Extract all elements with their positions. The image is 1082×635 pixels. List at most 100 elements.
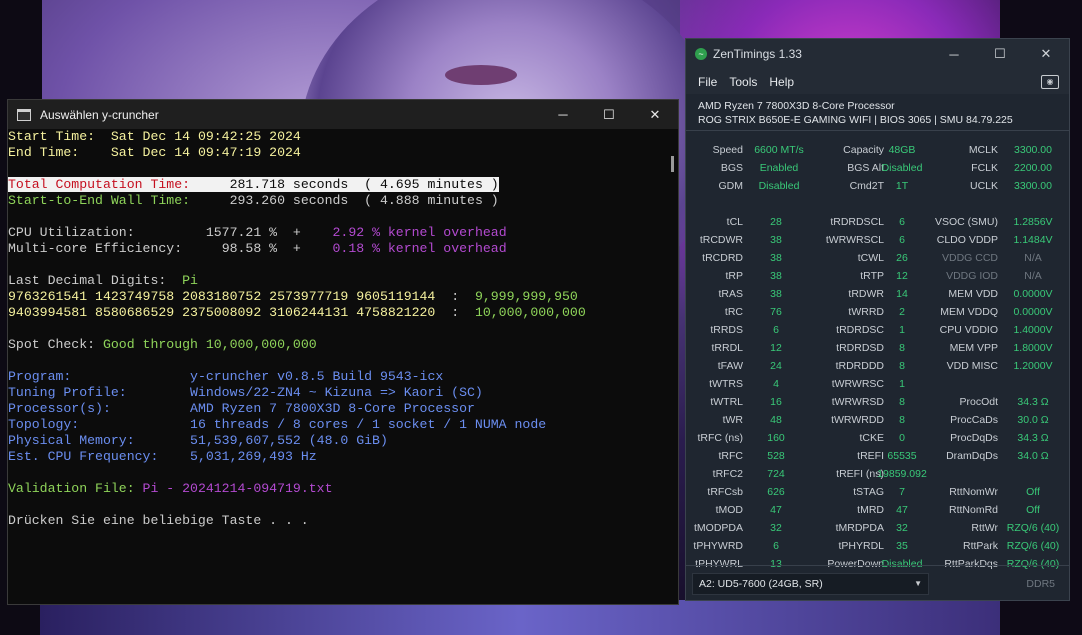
timing-label: tRFCsb [707, 486, 743, 498]
menu-tools[interactable]: Tools [729, 75, 757, 89]
timing-row: BGS Enabled BGS Alt Disabled FCLK 2200.00 [686, 160, 1069, 178]
timing-value: 24 [770, 360, 782, 372]
timing-label: ProcOdt [959, 396, 998, 408]
minimize-button[interactable]: ─ [540, 100, 586, 129]
wallpaper-bottom [40, 600, 1000, 635]
dimm-select[interactable]: A2: UD5-7600 (24GB, SR) ▼ [692, 573, 929, 595]
maximize-button[interactable]: ☐ [586, 100, 632, 129]
timing-row: tRC 76 tWRRD 2 MEM VDDQ 0.0000V [686, 304, 1069, 322]
timing-value: 38 [770, 234, 782, 246]
timing-label: ProcDqDs [950, 432, 998, 444]
timing-row: tMODPDA 32 tMRDPDA 32 RttWr RZQ/6 (40) [686, 520, 1069, 538]
timing-value: 38 [770, 288, 782, 300]
timing-value: 1 [899, 378, 905, 390]
press-key-line: Drücken Sie eine beliebige Taste . . . [8, 513, 309, 528]
timing-value: 32 [896, 522, 908, 534]
zentimings-logo-icon: ~ [695, 48, 707, 60]
timing-value: RZQ/6 (40) [1006, 522, 1060, 534]
timing-label: tRCDWR [699, 234, 743, 246]
last-digits-label: Last Decimal Digits: Pi [8, 273, 198, 288]
console-output[interactable]: Start Time: Sat Dec 14 09:42:25 2024 End… [8, 129, 670, 604]
timing-value: 8 [899, 414, 905, 426]
timing-row: tWTRS 4 tWRWRSC 1 [686, 376, 1069, 394]
timing-value: 1.2000V [1013, 360, 1053, 372]
start-time-line: Start Time: Sat Dec 14 09:42:25 2024 [8, 129, 301, 144]
timing-row: tCL 28 tRDRDSCL 6 VSOC (SMU) 1.2856V [686, 214, 1069, 232]
timing-label: tRAS [718, 288, 743, 300]
timing-label: tPHYWRD [693, 540, 743, 552]
timing-label: CLDO VDDP [936, 234, 998, 246]
timing-value: 34.0 Ω [1017, 450, 1049, 462]
timing-label: RttNomWr [949, 486, 998, 498]
timing-value: 16 [770, 396, 782, 408]
timing-label: BGS [720, 162, 743, 174]
console-title: Auswählen y-cruncher [40, 107, 159, 122]
timing-value: 12 [896, 270, 908, 282]
multicore-efficiency-line: Multi-core Efficiency: 98.58 % + 0.18 % … [8, 241, 507, 256]
timing-row: tMOD 47 tMRD 47 RttNomRd Off [686, 502, 1069, 520]
timing-value: 47 [896, 504, 908, 516]
console-title-bar[interactable]: Auswählen y-cruncher ─ ☐ ✕ [8, 100, 678, 129]
timing-label: tMOD [715, 504, 743, 516]
timing-value: 34.3 Ω [1017, 396, 1049, 408]
total-time-line: Total Computation Time: 281.718 seconds … [8, 177, 499, 192]
timing-value: 1.2856V [1013, 216, 1053, 228]
cpu-name: AMD Ryzen 7 7800X3D 8-Core Processor [698, 100, 895, 112]
timing-label: CPU VDDIO [939, 324, 998, 336]
timing-value: 6 [773, 540, 779, 552]
timing-value: 6 [899, 234, 905, 246]
timing-value: N/A [1024, 252, 1042, 264]
console-scrollbar[interactable] [671, 156, 674, 172]
timing-value: 1T [895, 180, 909, 192]
timing-label: VDD MISC [946, 360, 998, 372]
timing-label: GDM [718, 180, 744, 192]
minimize-button[interactable]: ─ [931, 39, 977, 69]
timing-row: tRFC2 724 tREFI (ns) 19859.092 [686, 466, 1069, 484]
zentimings-title-bar[interactable]: ~ ZenTimings 1.33 ─ ☐ ✕ [686, 39, 1069, 69]
digits-row-2: 9403994581 8580686529 2375008092 3106244… [8, 305, 586, 320]
topology-line: Topology: 16 threads / 8 cores / 1 socke… [8, 417, 547, 432]
menu-help[interactable]: Help [769, 75, 794, 89]
maximize-button[interactable]: ☐ [977, 39, 1023, 69]
timing-label: VDDG CCD [941, 252, 998, 264]
timing-value: Off [1026, 486, 1040, 498]
timing-value: 8 [899, 342, 905, 354]
timing-value: 65535 [887, 450, 917, 462]
memory-line: Physical Memory: 51,539,607,552 (48.0 Gi… [8, 433, 388, 448]
console-window: Auswählen y-cruncher ─ ☐ ✕ Start Time: S… [7, 99, 679, 605]
close-button[interactable]: ✕ [632, 100, 678, 129]
timing-label: DramDqDs [946, 450, 998, 462]
timings-grid: Speed 6600 MT/s Capacity 48GB MCLK 3300.00 BGS… [686, 142, 1069, 574]
timing-value: 6 [899, 216, 905, 228]
wall-time-line: Start-to-End Wall Time: 293.260 seconds … [8, 193, 499, 208]
close-button[interactable]: ✕ [1023, 39, 1069, 69]
timing-row: tRCDWR 38 tWRWRSCL 6 CLDO VDDP 1.1484V [686, 232, 1069, 250]
cpu-utilization-line: CPU Utilization: 1577.21 % + 2.92 % kern… [8, 225, 507, 240]
ddr-type: DDR5 [1026, 578, 1055, 590]
timing-row: tRCDRD 38 tCWL 26 VDDG CCD N/A [686, 250, 1069, 268]
timing-row: Speed 6600 MT/s Capacity 48GB MCLK 3300.00 [686, 142, 1069, 160]
zentimings-window: ~ ZenTimings 1.33 ─ ☐ ✕ File Tools Help … [685, 38, 1070, 601]
timing-label: Speed [712, 144, 743, 156]
timing-row [686, 196, 1069, 214]
timing-label: tWR [722, 414, 743, 426]
timing-label: tRRDL [711, 342, 743, 354]
timing-value: 35 [896, 540, 908, 552]
timing-value: 2200.00 [1014, 162, 1052, 174]
timing-label: tWTRS [709, 378, 743, 390]
end-time-line: End Time: Sat Dec 14 09:47:19 2024 [8, 145, 301, 160]
timing-value: 30.0 Ω [1017, 414, 1049, 426]
timing-label: tRFC [718, 450, 744, 462]
zentimings-footer: A2: UD5-7600 (24GB, SR) ▼ DDR5 [686, 565, 1069, 602]
timing-value: 160 [767, 432, 785, 444]
timing-label: RttWr [971, 522, 998, 534]
timing-label: tRRDS [710, 324, 743, 336]
board-info: ROG STRIX B650E-E GAMING WIFI | BIOS 306… [698, 114, 1013, 126]
timing-label: MEM VDD [948, 288, 998, 300]
screenshot-camera-icon[interactable]: ◉ [1041, 75, 1059, 89]
timing-label: RttPark [962, 540, 998, 552]
timing-value: Off [1026, 504, 1040, 516]
menu-file[interactable]: File [698, 75, 717, 89]
timing-value: 7 [899, 486, 905, 498]
timing-value: 26 [896, 252, 908, 264]
